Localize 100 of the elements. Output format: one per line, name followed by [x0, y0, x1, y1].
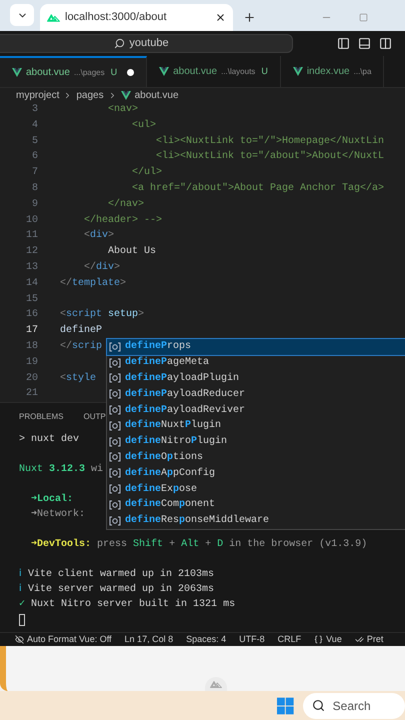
line-number: 14 [24, 276, 38, 291]
code-line: <a href="/about">About Page Anchor Tag</a> [131, 182, 384, 196]
line-number: 12 [24, 245, 38, 260]
line-number: 20 [24, 372, 38, 386]
symbol-icon [109, 358, 121, 368]
code-line: </nav> [107, 198, 144, 212]
suggestion-item[interactable]: defineProps [107, 339, 405, 355]
line-number: 15 [24, 292, 38, 307]
suggestion-item[interactable]: defineNitroPlugin [107, 434, 405, 450]
tab-title: localhost:3000/about [65, 10, 168, 26]
suggestion-item[interactable]: defineResponseMiddleware [107, 512, 405, 529]
tab-path: ...\pages [74, 66, 105, 78]
symbol-icon [109, 436, 121, 447]
panel-toggle-icon[interactable] [358, 37, 371, 50]
panel-tab[interactable]: PROBLEMS [19, 410, 64, 422]
untracked-status: U [261, 64, 268, 78]
tab-filename: about.vue [173, 65, 218, 79]
line-number: 19 [24, 356, 38, 370]
line-number: 16 [24, 308, 38, 322]
code-line: <li><NuxtLink to="/about">About</NuxtL [155, 150, 384, 164]
vue-file-icon [292, 67, 303, 76]
status-item[interactable]: UTF-8 [239, 633, 265, 646]
close-icon[interactable] [215, 12, 226, 23]
browser-tab[interactable]: localhost:3000/about [40, 4, 233, 31]
status-item[interactable]: Ln 17, Col 8 [124, 633, 174, 646]
breadcrumb-item[interactable]: myproject [16, 88, 60, 102]
terminal-line: Nuxt 3.12.3 wi [19, 462, 104, 477]
panel-tab[interactable]: OUTP [83, 410, 106, 422]
code-line: <ul> [131, 118, 156, 133]
line-number: 5 [30, 134, 38, 149]
taskbar-search-field[interactable]: Search [302, 692, 405, 718]
terminal-line: ℹ Vite server warmed up in 2063ms [19, 582, 214, 597]
line-number: 10 [24, 214, 38, 228]
mountain-logo-icon [47, 13, 60, 22]
editor-tab[interactable]: about.vue ...\pages U [0, 56, 148, 87]
terminal-line: ✓ Nuxt Nitro server built in 1321 ms [19, 598, 236, 612]
suggestion-item[interactable]: defineNuxtPlugin [107, 418, 405, 434]
breadcrumb-item[interactable]: about.vue [134, 88, 179, 102]
vue-file-icon [12, 68, 22, 77]
code-line: <li><NuxtLink to="/">Homepage</NuxtLin [155, 134, 384, 149]
suggestion-item[interactable]: defineAppConfig [107, 465, 405, 482]
line-number: 11 [24, 229, 38, 244]
code-line: </ul> [131, 166, 162, 180]
windows-logo-icon[interactable] [277, 696, 294, 714]
status-item[interactable]: Vue [314, 633, 342, 646]
line-number: 18 [24, 340, 38, 354]
new-tab-icon[interactable] [243, 11, 256, 24]
symbol-icon [109, 516, 121, 526]
suggestion-item[interactable]: defineOptions [107, 450, 405, 466]
mountain-logo-icon [210, 680, 222, 688]
terminal-line: ➜DevTools: press Shift + Alt + D in the browser (v1.3.9) [30, 538, 368, 552]
sidebar-toggle-icon[interactable] [337, 37, 350, 50]
breadcrumb-item[interactable]: pages [76, 88, 104, 102]
code-line: <div> [83, 228, 114, 244]
code-line: <style [60, 372, 96, 386]
search-text: youtube [129, 36, 169, 52]
code-line: </template> [60, 276, 126, 291]
code-line: <nav> [107, 103, 138, 117]
symbol-icon [109, 405, 121, 416]
code-line: <script setup> [60, 308, 144, 322]
split-layout-icon[interactable] [379, 37, 392, 50]
code-line: </scrip [60, 340, 102, 354]
terminal-line: ➜Network: [30, 508, 86, 522]
symbol-icon [109, 452, 121, 462]
suggestion-item[interactable]: defineComponent [107, 496, 405, 513]
suggestion-item[interactable]: definePayloadPlugin [107, 370, 405, 386]
command-search-field[interactable]: youtube [0, 34, 293, 53]
status-item[interactable]: Pret [354, 633, 384, 646]
search-icon [312, 699, 325, 712]
suggestion-item[interactable]: defineExpose [107, 481, 405, 497]
line-number: 8 [30, 182, 38, 196]
double-check-icon [354, 635, 364, 644]
line-number: 7 [30, 166, 38, 180]
search-placeholder: Search [332, 698, 371, 714]
line-number: 3 [30, 103, 38, 117]
suggestion-item[interactable]: definePageMeta [107, 354, 405, 371]
status-item[interactable]: Spaces: 4 [186, 633, 226, 646]
tab-filename: about.vue [26, 66, 70, 80]
terminal-line: ➜Local: [30, 492, 74, 507]
status-item[interactable]: Auto Format Vue: Off [15, 633, 112, 646]
symbol-icon [109, 420, 121, 431]
symbol-icon [109, 500, 121, 510]
symbol-icon [109, 468, 121, 478]
terminal-line: ℹ Vite client warmed up in 2103ms [19, 568, 214, 582]
search-icon [114, 38, 126, 49]
tab-path: ...\pa [354, 66, 372, 78]
line-number: 21 [24, 387, 38, 402]
suggestion-item[interactable]: definePayloadReducer [107, 386, 405, 402]
status-item[interactable]: CRLF [278, 633, 302, 646]
code-line: </div> [83, 260, 120, 275]
line-number: 6 [30, 150, 38, 164]
suggestion-item[interactable]: definePayloadReviver [107, 402, 405, 418]
terminal-cursor [19, 614, 25, 626]
line-number: 4 [30, 118, 38, 133]
symbol-icon [109, 389, 121, 400]
line-number: 17 [24, 324, 38, 338]
symbol-icon [109, 373, 121, 384]
vue-file-icon [120, 90, 131, 100]
code-line: </header> --> [83, 214, 162, 228]
line-number: 9 [30, 198, 38, 212]
